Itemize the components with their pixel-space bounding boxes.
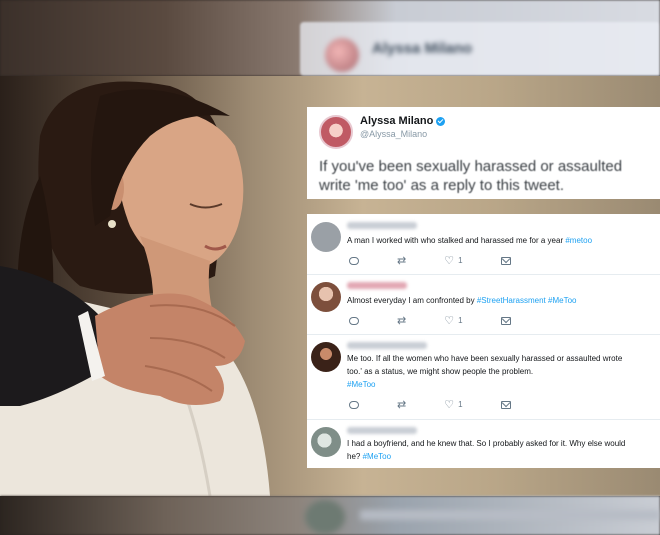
hashtag-link[interactable]: #MeToo: [363, 452, 391, 461]
tweet-author-handle[interactable]: @Alyssa_Milano: [360, 129, 427, 139]
hashtag-link[interactable]: #StreetHarassment: [477, 296, 546, 305]
like-count: 1: [458, 316, 463, 325]
reply-text: I had a boyfriend, and he knew that. So …: [347, 437, 625, 463]
hashtag-link[interactable]: #metoo: [565, 236, 592, 245]
blurred-avatar: [325, 38, 359, 72]
reply-text-body: Me too. If all the women who have been s…: [347, 354, 623, 363]
reply-text: Me too. If all the women who have been s…: [347, 352, 622, 391]
like-count: 1: [458, 256, 463, 265]
blurred-name: Alyssa Milano: [372, 40, 473, 57]
dm-action[interactable]: [500, 316, 511, 325]
reply-text-body: he?: [347, 452, 361, 461]
envelope-icon: [500, 400, 511, 409]
avatar[interactable]: [311, 222, 341, 252]
reply-tweet[interactable]: I had a boyfriend, and he knew that. So …: [307, 419, 660, 468]
blurred-background-bottom: [0, 496, 660, 535]
blurred-avatar: [305, 500, 345, 534]
blurred-text-line: [360, 510, 660, 520]
hashtag-link[interactable]: #MeToo: [548, 296, 576, 305]
avatar[interactable]: [311, 282, 341, 312]
blurred-username: [347, 427, 417, 434]
verified-badge-icon: [436, 116, 446, 126]
tweet-text-line: write 'me too' as a reply to this tweet.: [319, 177, 564, 194]
like-action[interactable]: ♡ 1: [444, 314, 463, 327]
heart-icon: ♡: [444, 314, 455, 327]
retweet-icon: ⇄: [397, 254, 407, 267]
blurred-username: [347, 342, 427, 349]
reply-tweet[interactable]: Almost everyday I am confronted by #Stre…: [307, 274, 660, 335]
reply-action[interactable]: [349, 256, 359, 265]
reply-tweet[interactable]: A man I worked with who stalked and hara…: [307, 214, 660, 275]
hashtag-link[interactable]: #MeToo: [347, 378, 622, 391]
reply-action[interactable]: [349, 316, 359, 325]
blurred-username: [347, 282, 407, 289]
avatar[interactable]: [311, 427, 341, 457]
tweet-text-line: If you've been sexually harassed or assa…: [319, 158, 623, 175]
reply-text-body: I had a boyfriend, and he knew that. So …: [347, 439, 626, 448]
reply-text: A man I worked with who stalked and hara…: [347, 234, 592, 247]
avatar[interactable]: [311, 342, 341, 372]
reply-icon: [349, 256, 359, 265]
heart-icon: ♡: [444, 398, 455, 411]
reply-text-body: too.' as a status, we might show people …: [347, 367, 534, 376]
reply-text: Almost everyday I am confronted by #Stre…: [347, 294, 576, 307]
envelope-icon: [500, 316, 511, 325]
tweet-actions: ⇄ ♡ 1: [349, 254, 549, 267]
tweet-actions: ⇄ ♡ 1: [349, 314, 549, 327]
tweet-author-name[interactable]: Alyssa Milano: [360, 115, 446, 127]
reply-text-body: A man I worked with who stalked and hara…: [347, 236, 564, 245]
author-name-text[interactable]: Alyssa Milano: [360, 115, 433, 127]
dm-action[interactable]: [500, 400, 511, 409]
reply-text-body: Almost everyday I am confronted by: [347, 296, 475, 305]
tweet-text: If you've been sexually harassed or assa…: [319, 157, 660, 195]
retweet-icon: ⇄: [397, 314, 407, 327]
blurred-username: [347, 222, 417, 229]
blurred-background-top: Alyssa Milano: [0, 0, 660, 76]
retweet-icon: ⇄: [397, 398, 407, 411]
avatar[interactable]: [319, 115, 353, 149]
retweet-action[interactable]: ⇄: [397, 314, 407, 327]
like-action[interactable]: ♡ 1: [444, 398, 463, 411]
replies-panel: A man I worked with who stalked and hara…: [307, 214, 660, 468]
reply-icon: [349, 316, 359, 325]
envelope-icon: [500, 256, 511, 265]
retweet-action[interactable]: ⇄: [397, 254, 407, 267]
heart-icon: ♡: [444, 254, 455, 267]
reply-action[interactable]: [349, 400, 359, 409]
like-count: 1: [458, 400, 463, 409]
main-tweet-card[interactable]: Alyssa Milano @Alyssa_Milano If you've b…: [307, 107, 660, 199]
tweet-actions: ⇄ ♡ 1: [349, 398, 549, 411]
reply-tweet[interactable]: Me too. If all the women who have been s…: [307, 334, 660, 420]
reply-icon: [349, 400, 359, 409]
like-action[interactable]: ♡ 1: [444, 254, 463, 267]
dm-action[interactable]: [500, 256, 511, 265]
retweet-action[interactable]: ⇄: [397, 398, 407, 411]
